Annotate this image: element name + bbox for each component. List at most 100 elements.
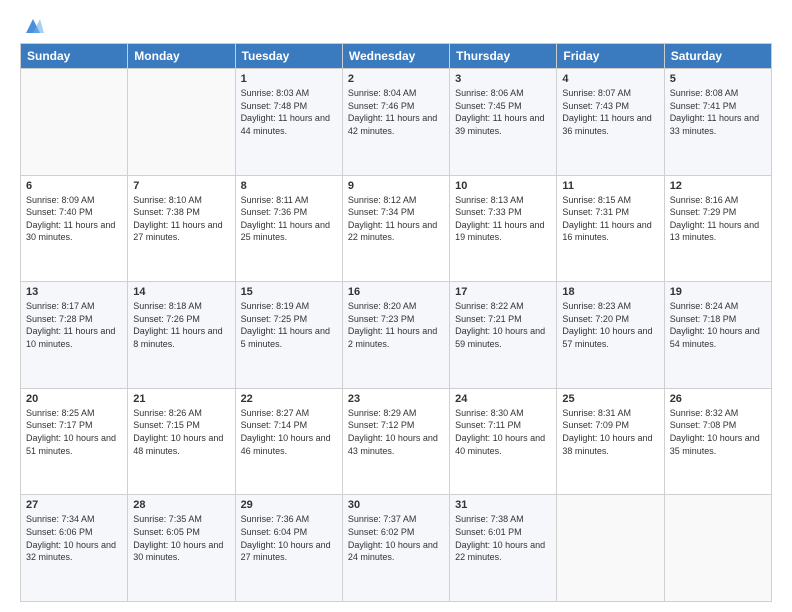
- day-cell: 2 Sunrise: 8:04 AM Sunset: 7:46 PM Daylig…: [342, 69, 449, 176]
- day-cell: 22 Sunrise: 8:27 AM Sunset: 7:14 PM Dayli…: [235, 388, 342, 495]
- day-number: 30: [348, 499, 444, 511]
- week-row-4: 20Sunrise: 8:25 AM Sunset: 7:17 PM Dayli…: [21, 388, 772, 495]
- day-number: 22: [241, 393, 337, 405]
- day-number: 11: [562, 180, 658, 192]
- day-cell: 7 Sunrise: 8:10 AM Sunset: 7:38 PM Daylig…: [128, 175, 235, 282]
- day-info: Sunrise: 8:29 AM Sunset: 7:12 PM Dayligh…: [348, 407, 444, 457]
- day-cell: 29 Sunrise: 7:36 AM Sunset: 6:04 PM Dayli…: [235, 495, 342, 602]
- day-info: Sunrise: 7:35 AM Sunset: 6:05 PM Dayligh…: [133, 513, 229, 563]
- day-info: Sunrise: 8:17 AM Sunset: 7:28 PM Dayligh…: [26, 300, 122, 350]
- day-cell: 31 Sunrise: 7:38 AM Sunset: 6:01 PM Dayli…: [450, 495, 557, 602]
- day-cell: 1 Sunrise: 8:03 AM Sunset: 7:48 PM Daylig…: [235, 69, 342, 176]
- day-info: Sunrise: 8:24 AM Sunset: 7:18 PM Dayligh…: [670, 300, 766, 350]
- day-cell: 13 Sunrise: 8:17 AM Sunset: 7:28 PM Dayli…: [21, 282, 128, 389]
- day-number: 27: [26, 499, 122, 511]
- day-cell: 10 Sunrise: 8:13 AM Sunset: 7:33 PM Dayli…: [450, 175, 557, 282]
- day-number: 26: [670, 393, 766, 405]
- day-number: 6: [26, 180, 122, 192]
- day-info: Sunrise: 8:08 AM Sunset: 7:41 PM Dayligh…: [670, 87, 766, 137]
- day-number: 2: [348, 73, 444, 85]
- day-cell: 8 Sunrise: 8:11 AM Sunset: 7:36 PM Daylig…: [235, 175, 342, 282]
- day-info: Sunrise: 8:10 AM Sunset: 7:38 PM Dayligh…: [133, 194, 229, 244]
- calendar-table: SundayMondayTuesdayWednesdayThursdayFrid…: [20, 43, 772, 602]
- day-info: Sunrise: 8:20 AM Sunset: 7:23 PM Dayligh…: [348, 300, 444, 350]
- day-info: Sunrise: 8:26 AM Sunset: 7:15 PM Dayligh…: [133, 407, 229, 457]
- day-info: Sunrise: 8:19 AM Sunset: 7:25 PM Dayligh…: [241, 300, 337, 350]
- day-cell: 21 Sunrise: 8:26 AM Sunset: 7:15 PM Dayli…: [128, 388, 235, 495]
- day-number: 25: [562, 393, 658, 405]
- day-cell: 11 Sunrise: 8:15 AM Sunset: 7:31 PM Dayli…: [557, 175, 664, 282]
- week-row-2: 6 Sunrise: 8:09 AM Sunset: 7:40 PM Daylig…: [21, 175, 772, 282]
- day-info: Sunrise: 7:36 AM Sunset: 6:04 PM Dayligh…: [241, 513, 337, 563]
- day-cell: 9 Sunrise: 8:12 AM Sunset: 7:34 PM Daylig…: [342, 175, 449, 282]
- day-cell: [128, 69, 235, 176]
- day-header-row: SundayMondayTuesdayWednesdayThursdayFrid…: [21, 44, 772, 69]
- day-info: Sunrise: 7:37 AM Sunset: 6:02 PM Dayligh…: [348, 513, 444, 563]
- day-info: Sunrise: 8:09 AM Sunset: 7:40 PM Dayligh…: [26, 194, 122, 244]
- day-info: Sunrise: 8:22 AM Sunset: 7:21 PM Dayligh…: [455, 300, 551, 350]
- day-cell: 18Sunrise: 8:23 AM Sunset: 7:20 PM Dayli…: [557, 282, 664, 389]
- day-number: 5: [670, 73, 766, 85]
- day-info: Sunrise: 8:32 AM Sunset: 7:08 PM Dayligh…: [670, 407, 766, 457]
- day-cell: 19 Sunrise: 8:24 AM Sunset: 7:18 PM Dayli…: [664, 282, 771, 389]
- day-info: Sunrise: 8:13 AM Sunset: 7:33 PM Dayligh…: [455, 194, 551, 244]
- day-info: Sunrise: 8:31 AM Sunset: 7:09 PM Dayligh…: [562, 407, 658, 457]
- day-info: Sunrise: 8:15 AM Sunset: 7:31 PM Dayligh…: [562, 194, 658, 244]
- day-number: 16: [348, 286, 444, 298]
- day-cell: 27Sunrise: 7:34 AM Sunset: 6:06 PM Dayli…: [21, 495, 128, 602]
- day-number: 8: [241, 180, 337, 192]
- day-number: 29: [241, 499, 337, 511]
- day-info: Sunrise: 8:03 AM Sunset: 7:48 PM Dayligh…: [241, 87, 337, 137]
- day-cell: 6 Sunrise: 8:09 AM Sunset: 7:40 PM Daylig…: [21, 175, 128, 282]
- day-cell: 3 Sunrise: 8:06 AM Sunset: 7:45 PM Daylig…: [450, 69, 557, 176]
- day-header-saturday: Saturday: [664, 44, 771, 69]
- day-header-thursday: Thursday: [450, 44, 557, 69]
- week-row-1: 1 Sunrise: 8:03 AM Sunset: 7:48 PM Daylig…: [21, 69, 772, 176]
- logo: [20, 15, 44, 33]
- day-cell: 30 Sunrise: 7:37 AM Sunset: 6:02 PM Dayli…: [342, 495, 449, 602]
- day-number: 3: [455, 73, 551, 85]
- day-cell: 23 Sunrise: 8:29 AM Sunset: 7:12 PM Dayli…: [342, 388, 449, 495]
- day-cell: 25 Sunrise: 8:31 AM Sunset: 7:09 PM Dayli…: [557, 388, 664, 495]
- day-header-sunday: Sunday: [21, 44, 128, 69]
- header: [20, 15, 772, 33]
- day-info: Sunrise: 8:11 AM Sunset: 7:36 PM Dayligh…: [241, 194, 337, 244]
- day-cell: [664, 495, 771, 602]
- day-number: 17: [455, 286, 551, 298]
- calendar-page: SundayMondayTuesdayWednesdayThursdayFrid…: [0, 0, 792, 612]
- day-cell: 12Sunrise: 8:16 AM Sunset: 7:29 PM Dayli…: [664, 175, 771, 282]
- day-cell: 14Sunrise: 8:18 AM Sunset: 7:26 PM Dayli…: [128, 282, 235, 389]
- day-number: 21: [133, 393, 229, 405]
- day-number: 4: [562, 73, 658, 85]
- day-info: Sunrise: 8:30 AM Sunset: 7:11 PM Dayligh…: [455, 407, 551, 457]
- day-info: Sunrise: 8:06 AM Sunset: 7:45 PM Dayligh…: [455, 87, 551, 137]
- day-header-friday: Friday: [557, 44, 664, 69]
- day-number: 15: [241, 286, 337, 298]
- day-header-wednesday: Wednesday: [342, 44, 449, 69]
- day-info: Sunrise: 8:04 AM Sunset: 7:46 PM Dayligh…: [348, 87, 444, 137]
- day-number: 10: [455, 180, 551, 192]
- day-number: 23: [348, 393, 444, 405]
- day-info: Sunrise: 8:23 AM Sunset: 7:20 PM Dayligh…: [562, 300, 658, 350]
- day-number: 1: [241, 73, 337, 85]
- week-row-3: 13 Sunrise: 8:17 AM Sunset: 7:28 PM Dayli…: [21, 282, 772, 389]
- day-number: 12: [670, 180, 766, 192]
- day-number: 19: [670, 286, 766, 298]
- day-header-tuesday: Tuesday: [235, 44, 342, 69]
- day-number: 14: [133, 286, 229, 298]
- day-number: 13: [26, 286, 122, 298]
- day-info: Sunrise: 7:38 AM Sunset: 6:01 PM Dayligh…: [455, 513, 551, 563]
- day-info: Sunrise: 8:27 AM Sunset: 7:14 PM Dayligh…: [241, 407, 337, 457]
- day-cell: 28Sunrise: 7:35 AM Sunset: 6:05 PM Dayli…: [128, 495, 235, 602]
- week-row-5: 27Sunrise: 7:34 AM Sunset: 6:06 PM Dayli…: [21, 495, 772, 602]
- day-cell: 17 Sunrise: 8:22 AM Sunset: 7:21 PM Dayli…: [450, 282, 557, 389]
- day-cell: 26 Sunrise: 8:32 AM Sunset: 7:08 PM Dayli…: [664, 388, 771, 495]
- day-cell: 16 Sunrise: 8:20 AM Sunset: 7:23 PM Dayli…: [342, 282, 449, 389]
- day-info: Sunrise: 8:12 AM Sunset: 7:34 PM Dayligh…: [348, 194, 444, 244]
- day-cell: 5 Sunrise: 8:08 AM Sunset: 7:41 PM Daylig…: [664, 69, 771, 176]
- day-cell: [21, 69, 128, 176]
- day-number: 9: [348, 180, 444, 192]
- day-info: Sunrise: 8:07 AM Sunset: 7:43 PM Dayligh…: [562, 87, 658, 137]
- day-number: 7: [133, 180, 229, 192]
- day-number: 31: [455, 499, 551, 511]
